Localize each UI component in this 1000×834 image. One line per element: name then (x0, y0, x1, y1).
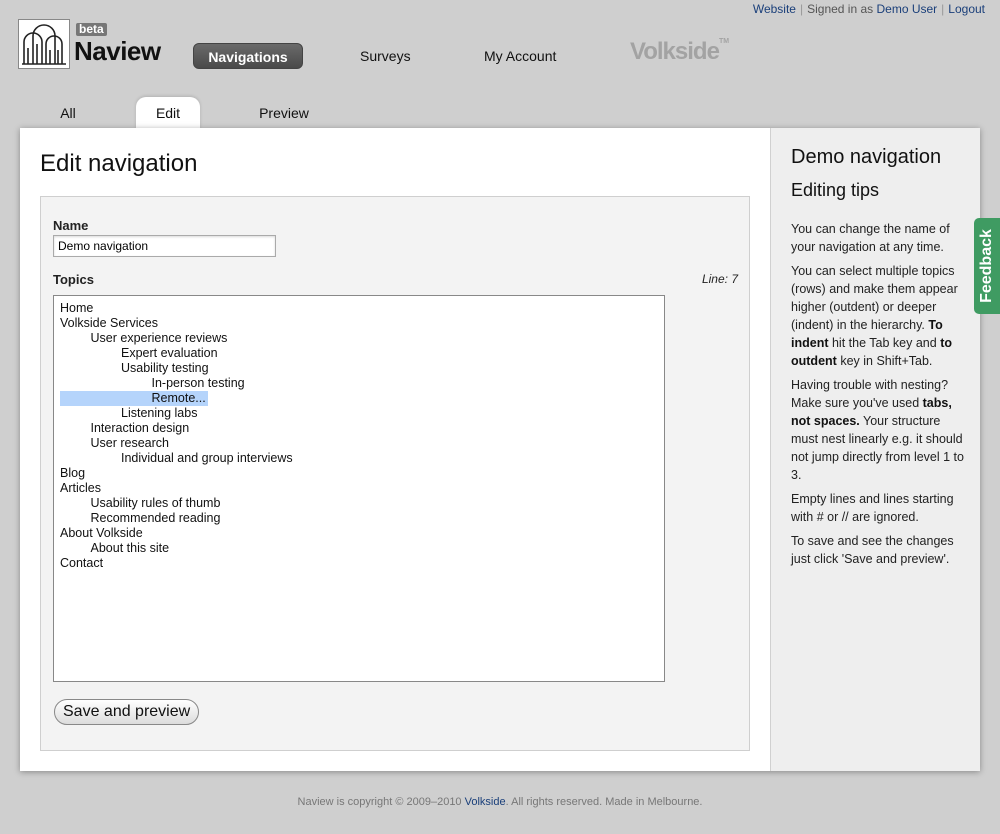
topic-line[interactable]: About Volkside (60, 526, 658, 541)
footer-rights: . All rights reserved. Made in Melbourne… (505, 796, 703, 808)
topics-label: Topics (53, 272, 94, 287)
tip-indent: You can select multiple topics (rows) an… (791, 262, 966, 370)
trademark: TM (718, 38, 730, 45)
topic-line[interactable]: Listening labs (60, 406, 658, 421)
content-panel: Edit navigation Name Topics Line: 7 Home… (20, 128, 980, 771)
nav-my-account[interactable]: My Account (484, 43, 556, 69)
topic-line[interactable]: About this site (60, 541, 658, 556)
logout-link[interactable]: Logout (948, 2, 985, 16)
tips-sidebar: Demo navigation Editing tips You can cha… (770, 128, 980, 771)
feedback-tab[interactable]: Feedback (974, 218, 1000, 314)
tip-rename: You can change the name of your navigati… (791, 222, 950, 254)
separator: | (799, 2, 804, 16)
name-label: Name (53, 218, 89, 233)
topic-line[interactable]: Contact (60, 556, 658, 571)
topic-line[interactable]: Interaction design (60, 421, 658, 436)
topic-line[interactable]: Recommended reading (60, 511, 658, 526)
topics-textarea[interactable]: Home Volkside Services User experience rev… (53, 295, 665, 682)
save-and-preview-button[interactable]: Save and preview (54, 699, 200, 725)
nav-navigations[interactable]: Navigations (193, 43, 303, 69)
tab-edit[interactable]: Edit (136, 97, 200, 129)
tip-text: key in Shift+Tab. (840, 354, 933, 368)
topic-line[interactable]: User research (60, 436, 658, 451)
nav-surveys[interactable]: Surveys (360, 43, 411, 69)
topic-line[interactable]: Articles (60, 481, 658, 496)
topic-line[interactable]: Home (60, 301, 658, 316)
line-indicator: Line: 7 (701, 272, 738, 286)
footer: Naview is copyright © 2009–2010 Volkside… (0, 796, 1000, 808)
volkside-logo-text: Volkside (630, 38, 720, 65)
tip-ignored: Empty lines and lines starting with # or… (791, 492, 954, 524)
topic-line[interactable]: Volkside Services (60, 316, 658, 331)
feedback-label: Feedback (978, 229, 995, 303)
topic-line[interactable]: Individual and group interviews (60, 451, 658, 466)
topic-line[interactable]: Expert evaluation (60, 346, 658, 361)
user-links: Website | Signed in as Demo User | Logout (753, 2, 985, 16)
sidebar-title: Demo navigation (791, 146, 942, 168)
page-title: Edit navigation (40, 150, 198, 177)
editing-tips: You can change the name of your navigati… (791, 220, 966, 574)
topic-line[interactable]: Usability testing (60, 361, 658, 376)
beta-badge: beta (76, 23, 107, 36)
tab-all[interactable]: All (48, 97, 88, 129)
tab-preview[interactable]: Preview (254, 97, 314, 129)
website-link[interactable]: Website (753, 2, 796, 16)
tip-save: To save and see the changes just click '… (791, 534, 954, 566)
separator: | (941, 2, 945, 16)
footer-volkside-link[interactable]: Volkside (465, 796, 506, 808)
tip-text: hit the Tab key and (831, 336, 937, 350)
brand-name[interactable]: Naview (74, 36, 161, 67)
volkside-logo: VolksideTM (630, 38, 729, 66)
topic-line[interactable]: Remote... (60, 391, 208, 406)
user-link[interactable]: Demo User (876, 2, 937, 16)
topic-line[interactable]: Usability rules of thumb (60, 496, 658, 511)
edit-form: Name Topics Line: 7 HomeVolkside Service… (40, 196, 750, 751)
signed-in-text: Signed in as (807, 2, 874, 16)
topic-line[interactable]: User experience reviews (60, 331, 658, 346)
name-input[interactable] (53, 235, 276, 257)
tip-nesting: Having trouble with nesting? Make sure y… (791, 376, 966, 484)
naview-logo-icon[interactable] (18, 19, 70, 69)
footer-copyright: Naview is copyright © 2009–2010 (297, 796, 462, 808)
topic-line[interactable]: Blog (60, 466, 658, 481)
sidebar-subtitle: Editing tips (791, 180, 880, 200)
topic-line[interactable]: In-person testing (60, 376, 658, 391)
